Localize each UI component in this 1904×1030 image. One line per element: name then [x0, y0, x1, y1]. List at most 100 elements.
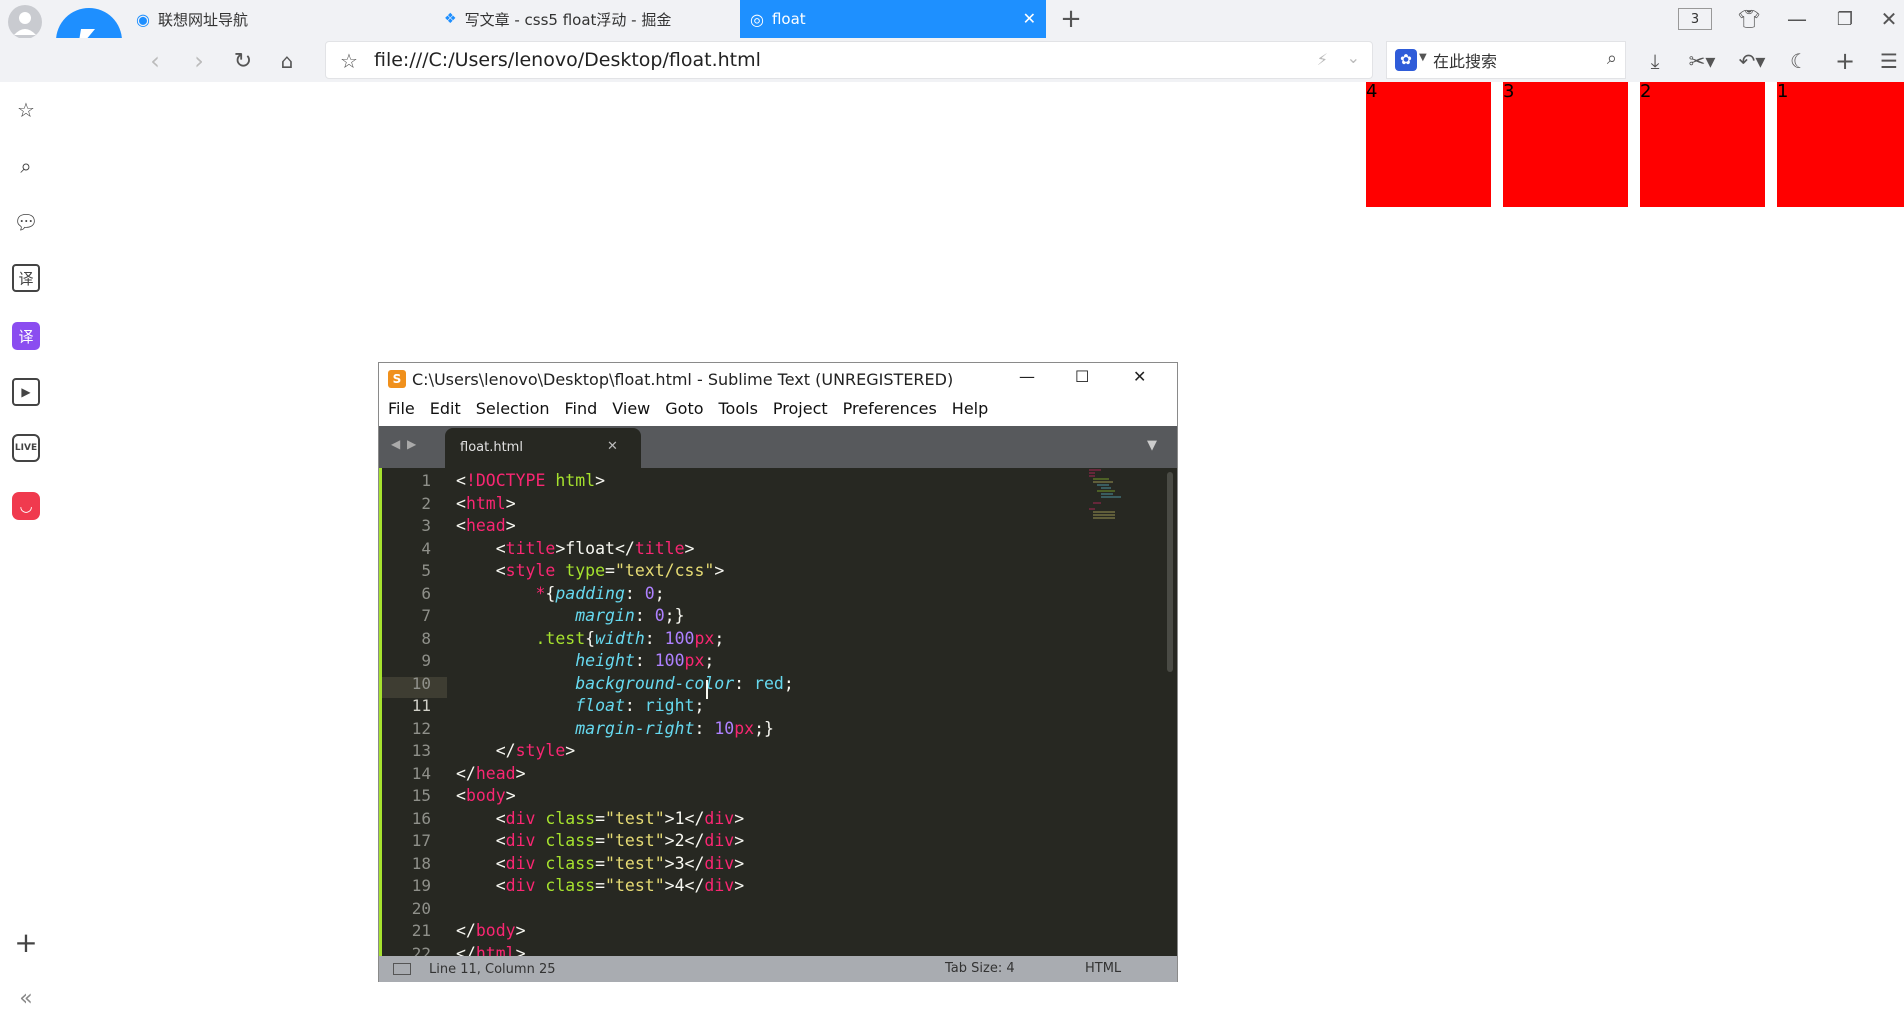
translate-purple-icon[interactable]: 译	[12, 322, 40, 350]
code-line: *{padding: 0;	[535, 583, 665, 603]
code-line: </style>	[456, 741, 576, 760]
new-tab-button[interactable]: +	[1056, 4, 1086, 34]
close-window-icon[interactable]: ✕	[1133, 367, 1146, 386]
code-line: <html>	[456, 493, 516, 513]
avatar-icon[interactable]	[8, 5, 42, 39]
chevron-down-icon[interactable]: ⌄	[1347, 48, 1360, 67]
minimize-icon[interactable]: —	[1019, 367, 1035, 386]
translate-icon[interactable]: 译	[12, 264, 40, 292]
juejin-icon: ❖	[444, 11, 457, 27]
status-position: Line 11, Column 25	[429, 961, 556, 977]
menu-help[interactable]: Help	[952, 399, 988, 418]
minimize-icon[interactable]: —	[1782, 4, 1812, 34]
menu-goto[interactable]: Goto	[665, 399, 703, 418]
collapse-sidebar-icon[interactable]: «	[12, 984, 40, 1012]
minimap[interactable]	[1087, 468, 1127, 528]
tab-count-badge[interactable]: 3	[1678, 8, 1712, 30]
code-line: height: 100px;	[575, 651, 715, 670]
shopping-bag-icon[interactable]: ◡	[12, 492, 40, 520]
search-icon[interactable]: ⌕	[1607, 48, 1617, 69]
line-number: 6	[421, 583, 431, 603]
menu-project[interactable]: Project	[773, 399, 828, 418]
red-box-1: 1	[1777, 82, 1904, 207]
home-icon[interactable]: ⌂	[272, 46, 302, 76]
search-box[interactable]: ✿ ▼ 在此搜索 ⌕	[1386, 41, 1626, 79]
reload-icon[interactable]: ↻	[228, 46, 258, 76]
tab-float[interactable]: ◎ float ✕	[740, 0, 1046, 38]
line-number: 1	[421, 471, 431, 490]
tab-nav-right-icon[interactable]: ▶	[407, 437, 416, 451]
file-tab[interactable]: float.html ✕	[445, 428, 641, 468]
search-icon[interactable]: ⌕	[12, 152, 40, 180]
sidebar-add-icon[interactable]: +	[12, 926, 40, 959]
baidu-paw-icon[interactable]: ✿	[1395, 49, 1417, 71]
menu-tools[interactable]: Tools	[719, 399, 758, 418]
url-text[interactable]: file:///C:/Users/lenovo/Desktop/float.ht…	[374, 49, 761, 71]
line-number: 20	[411, 898, 431, 918]
chat-bubble-icon[interactable]: 💬︎	[12, 208, 40, 236]
sublime-tabbar: ◀ ▶ float.html ✕ ▼	[379, 426, 1177, 468]
forward-icon[interactable]: ›	[184, 46, 214, 76]
undo-icon[interactable]: ↶▾	[1732, 46, 1772, 76]
close-tab-icon[interactable]: ✕	[1023, 9, 1036, 28]
console-toggle-icon[interactable]	[393, 963, 411, 975]
code-line: background-color: red;	[575, 673, 794, 693]
sublime-titlebar[interactable]: S C:\Users\lenovo\Desktop\float.html - S…	[379, 363, 1177, 395]
bookmark-star-icon[interactable]: ☆	[340, 49, 358, 73]
menu-selection[interactable]: Selection	[476, 399, 550, 418]
tab-juejin-article[interactable]: ❖ 写文章 - css5 float浮动 - 掘金	[434, 0, 738, 38]
tab-bar: ◉ 联想网址导航 ❖ 写文章 - css5 float浮动 - 掘金 ◎ flo…	[0, 0, 1904, 74]
live-icon[interactable]: LIVE	[12, 434, 40, 462]
line-number: 2	[421, 493, 431, 513]
search-input[interactable]: 在此搜索	[1433, 48, 1497, 72]
tab-lenovo-nav[interactable]: ◉ 联想网址导航	[126, 0, 432, 38]
menu-icon[interactable]: ☰	[1874, 46, 1904, 76]
back-icon[interactable]: ‹	[140, 46, 170, 76]
box-label: 2	[1640, 81, 1652, 102]
tab-label: 联想网址导航	[157, 10, 248, 29]
line-number: 14	[411, 763, 431, 783]
close-tab-icon[interactable]: ✕	[607, 439, 618, 454]
add-icon[interactable]: +	[1830, 46, 1860, 76]
scrollbar-thumb[interactable]	[1167, 472, 1173, 672]
tab-dropdown-icon[interactable]: ▼	[1147, 438, 1157, 453]
restore-icon[interactable]: ❐	[1830, 4, 1860, 34]
menu-edit[interactable]: Edit	[430, 399, 461, 418]
menu-view[interactable]: View	[612, 399, 650, 418]
code-line: <body>	[456, 786, 516, 805]
code-editor[interactable]: 1 2 3 4 5 6 7 8 9 10 11 12 13 14 15 16 17 18 19 20 21 22 <!DO…	[379, 468, 1177, 958]
menu-find[interactable]: Find	[565, 399, 598, 418]
tab-nav-left-icon[interactable]: ◀	[391, 437, 400, 451]
red-box-3: 3	[1503, 82, 1628, 207]
line-number: 15	[411, 786, 431, 805]
code-line: <head>	[456, 516, 516, 535]
file-tab-label: float.html	[460, 440, 523, 455]
line-number: 13	[411, 741, 431, 760]
line-number: 8	[421, 628, 431, 648]
sublime-window: S C:\Users\lenovo\Desktop\float.html - S…	[378, 362, 1178, 982]
tab-label: float	[771, 10, 806, 28]
line-number: 16	[411, 808, 431, 828]
line-number: 18	[411, 853, 431, 873]
shirt-skin-icon[interactable]: 👕︎	[1734, 4, 1764, 34]
close-window-icon[interactable]: ✕	[1874, 4, 1904, 34]
engine-dropdown-icon[interactable]: ▼	[1419, 52, 1427, 63]
status-syntax[interactable]: HTML	[1085, 961, 1121, 976]
status-tabsize[interactable]: Tab Size: 4	[945, 961, 1015, 976]
scissors-icon[interactable]: ✂︎▾	[1684, 46, 1720, 76]
lightning-icon[interactable]: ⚡	[1317, 50, 1328, 69]
address-bar[interactable]: ☆ file:///C:/Users/lenovo/Desktop/float.…	[325, 41, 1373, 79]
download-icon[interactable]: ⤓	[1640, 46, 1670, 76]
line-number: 17	[411, 831, 431, 850]
code-line: margin-right: 10px;}	[575, 718, 774, 738]
menu-preferences[interactable]: Preferences	[843, 399, 937, 418]
maximize-icon[interactable]: ☐	[1075, 367, 1089, 386]
line-number: 4	[421, 538, 431, 558]
night-mode-icon[interactable]: ☾	[1784, 46, 1814, 76]
sublime-statusbar: Line 11, Column 25 Tab Size: 4 HTML	[379, 956, 1177, 982]
favorites-star-icon[interactable]: ☆	[12, 96, 40, 124]
menu-file[interactable]: File	[388, 399, 415, 418]
box-label: 3	[1503, 81, 1515, 102]
video-icon[interactable]: ▶	[12, 378, 40, 406]
code-line: </head>	[456, 763, 526, 783]
